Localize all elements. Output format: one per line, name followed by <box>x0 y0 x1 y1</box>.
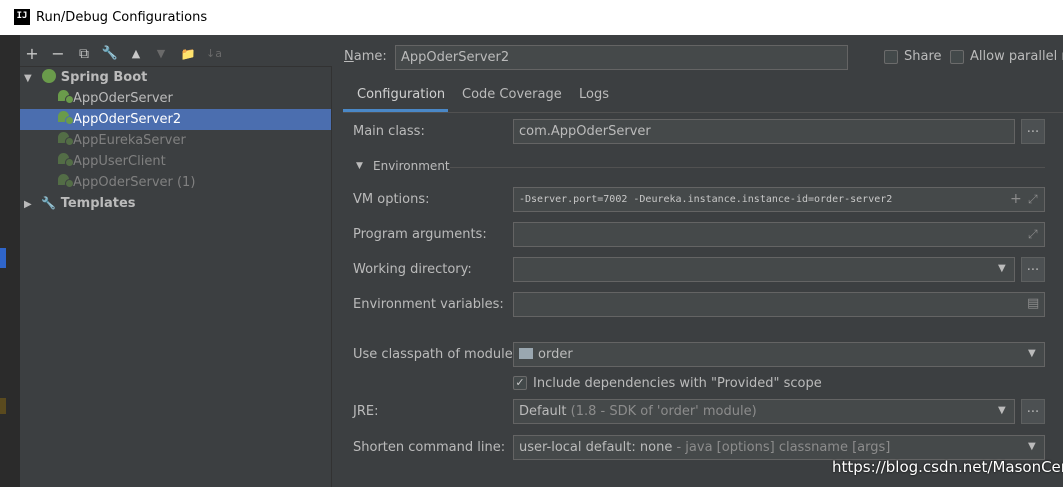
vm-options-input[interactable]: -Dserver.port=7002 -Deureka.instance.ins… <box>513 187 1045 212</box>
name-label: Name: <box>344 49 387 64</box>
shorten-value: user-local default: none <box>519 440 673 455</box>
tree-group-spring-boot[interactable]: ▼ Spring Boot <box>20 67 331 88</box>
working-directory-label: Working directory: <box>353 262 472 277</box>
tab-configuration[interactable]: Configuration <box>357 82 445 108</box>
tree-item-label: AppOderServer2 <box>73 112 182 127</box>
tree-item-label: AppOderServer (1) <box>73 175 196 190</box>
name-input[interactable]: AppOderServer2 <box>395 45 848 70</box>
chevron-down-icon[interactable]: ▼ <box>1028 348 1036 359</box>
main-class-label: Main class: <box>353 124 425 139</box>
expand-icon[interactable]: ⤢ <box>1028 227 1038 242</box>
copy-icon[interactable]: ⧉ <box>74 44 94 64</box>
tree-item-label: AppEurekaServer <box>73 133 186 148</box>
environment-variables-label: Environment variables: <box>353 297 504 312</box>
main-class-browse-button[interactable]: ... <box>1021 119 1045 144</box>
spring-run-config-icon <box>58 111 74 125</box>
allow-parallel-label: Allow parallel ru <box>970 49 1063 64</box>
spring-run-config-icon <box>58 153 74 167</box>
shorten-detail: - java [options] classname [args] <box>676 440 891 455</box>
chevron-down-icon[interactable]: ▼ <box>998 405 1006 416</box>
vm-options-label: VM options: <box>353 192 430 207</box>
sort-icon[interactable]: ↓a <box>204 44 224 64</box>
tree-item[interactable]: AppOderServer (1) <box>20 172 331 193</box>
tabs-divider <box>343 112 1063 113</box>
tree-group-label: Spring Boot <box>60 70 148 85</box>
jre-browse-button[interactable]: ... <box>1021 399 1045 424</box>
spring-run-config-icon <box>58 90 74 104</box>
configurations-tree: ▼ Spring Boot AppOderServer AppOderServe… <box>20 66 332 487</box>
program-arguments-label: Program arguments: <box>353 227 487 242</box>
collapse-arrow-icon[interactable]: ▼ <box>24 73 32 84</box>
environment-section-divider <box>450 167 1045 168</box>
expand-icon[interactable]: ⤢ <box>1028 192 1038 207</box>
folder-icon[interactable]: 📁 <box>178 44 198 64</box>
program-arguments-input[interactable] <box>513 222 1045 247</box>
share-checkbox[interactable] <box>884 50 898 64</box>
remove-icon[interactable]: − <box>48 44 68 64</box>
chevron-down-icon[interactable]: ▼ <box>1028 441 1036 452</box>
tree-item-label: AppUserClient <box>73 154 166 169</box>
wrench-icon[interactable]: 🔧 <box>100 44 120 64</box>
environment-section-title[interactable]: Environment <box>373 159 450 173</box>
environment-variables-input[interactable] <box>513 292 1045 317</box>
shorten-command-line-combo[interactable]: user-local default: none - java [options… <box>513 435 1045 460</box>
tab-logs[interactable]: Logs <box>579 82 609 108</box>
wrench-icon: 🔧 <box>41 196 57 210</box>
editor-edge-marker-warning <box>0 398 6 414</box>
tree-item-selected[interactable]: AppOderServer2 <box>20 109 331 130</box>
classpath-module-combo[interactable]: order <box>513 342 1045 367</box>
chevron-down-icon[interactable]: ▼ <box>998 263 1006 274</box>
intellij-app-icon: IJ <box>14 9 30 25</box>
spring-run-config-icon <box>58 174 74 188</box>
editor-edge-marker <box>0 248 6 268</box>
window-title: Run/Debug Configurations <box>36 10 208 25</box>
move-up-icon[interactable]: ▲ <box>126 44 146 64</box>
working-directory-browse-button[interactable]: ... <box>1021 257 1045 282</box>
shorten-command-line-label: Shorten command line: <box>353 440 506 455</box>
add-icon[interactable]: + <box>22 44 42 64</box>
include-dependencies-checkbox[interactable]: ✓ <box>513 376 527 390</box>
jre-detail: (1.8 - SDK of 'order' module) <box>570 404 757 419</box>
classpath-module-value: order <box>538 347 573 362</box>
expand-arrow-icon[interactable]: ▶ <box>24 199 32 210</box>
watermark-text: https://blog.csdn.net/MasonCen <box>832 458 1063 476</box>
working-directory-combo[interactable] <box>513 257 1015 282</box>
jre-label: JRE: <box>353 404 379 419</box>
jre-value: Default <box>519 404 567 419</box>
tree-item[interactable]: AppOderServer <box>20 88 331 109</box>
classpath-module-label: Use classpath of module: <box>353 347 518 362</box>
move-down-icon[interactable]: ▼ <box>151 44 171 64</box>
environment-collapse-icon[interactable]: ▼ <box>356 161 363 171</box>
tree-group-templates[interactable]: ▶ 🔧 Templates <box>20 193 331 214</box>
spring-boot-icon <box>42 69 57 83</box>
allow-parallel-checkbox[interactable] <box>950 50 964 64</box>
tree-group-label: Templates <box>60 196 136 211</box>
share-label: Share <box>904 49 942 64</box>
plus-icon[interactable]: + <box>1010 191 1022 207</box>
include-dependencies-label: Include dependencies with "Provided" sco… <box>533 376 822 391</box>
tree-item[interactable]: AppEurekaServer <box>20 130 331 151</box>
tab-code-coverage[interactable]: Code Coverage <box>462 82 562 108</box>
tree-item[interactable]: AppUserClient <box>20 151 331 172</box>
edit-list-icon[interactable]: ▤ <box>1027 296 1039 311</box>
module-folder-icon <box>519 348 533 359</box>
main-class-input[interactable]: com.AppOderServer <box>513 119 1015 144</box>
jre-combo[interactable]: Default (1.8 - SDK of 'order' module) <box>513 399 1015 424</box>
tree-item-label: AppOderServer <box>73 91 173 106</box>
spring-run-config-icon <box>58 132 74 146</box>
